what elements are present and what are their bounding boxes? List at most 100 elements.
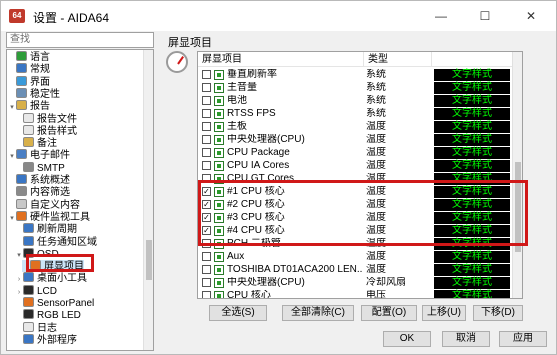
row-style-preview[interactable]: 文字样式 xyxy=(434,147,510,159)
tree-item[interactable]: 报告样式 xyxy=(15,124,77,137)
apply-button[interactable]: 应用 xyxy=(499,331,547,347)
table-row[interactable]: CPU Package 温度 文字样式 xyxy=(198,147,514,159)
column-header-style[interactable] xyxy=(432,52,514,67)
row-style-preview[interactable]: 文字样式 xyxy=(434,82,510,94)
row-style-preview[interactable]: 文字样式 xyxy=(434,95,510,107)
column-header-item[interactable]: 屏显项目 xyxy=(198,52,364,67)
search-input[interactable]: 查找 xyxy=(6,32,154,48)
tree-item[interactable]: 任务通知区域 xyxy=(15,235,97,248)
sensor-icon xyxy=(214,265,224,275)
tree-item[interactable]: 稳定性 xyxy=(8,87,60,100)
tree-item[interactable]: 日志 xyxy=(15,321,57,334)
tree-item-icon xyxy=(23,235,34,246)
row-checkbox[interactable] xyxy=(202,96,211,105)
osd-items-table: 屏显项目 类型 垂直刷新率 系统 文字样式 主音量 系统 文字样式 电池 系统 文字样式 RTSS… xyxy=(197,51,523,299)
row-checkbox[interactable] xyxy=(202,122,211,131)
row-checkbox[interactable] xyxy=(202,70,211,79)
move-up-button[interactable]: 上移(U) xyxy=(422,305,466,321)
move-down-button[interactable]: 下移(D) xyxy=(473,305,523,321)
tree-item-label: 稳定性 xyxy=(30,88,60,100)
highlight-cpu-core-rows xyxy=(198,180,528,246)
tree-expander-icon[interactable]: › xyxy=(15,274,23,286)
row-style-preview[interactable]: 文字样式 xyxy=(434,160,510,172)
table-row[interactable]: CPU IA Cores 温度 文字样式 xyxy=(198,160,514,172)
row-checkbox[interactable] xyxy=(202,135,211,144)
row-checkbox[interactable] xyxy=(202,291,211,298)
table-row[interactable]: 垂直刷新率 系统 文字样式 xyxy=(198,69,514,81)
tree-item[interactable]: ▾ 硬件监视工具 xyxy=(8,210,90,225)
select-all-button[interactable]: 全选(S) xyxy=(209,305,267,321)
title-bar: 64 设置 - AIDA64 — ☐ ✕ xyxy=(1,1,556,31)
tree-item[interactable]: ▾ 报告 xyxy=(8,100,50,112)
row-style-preview[interactable]: 文字样式 xyxy=(434,108,510,120)
tree-item[interactable]: RGB LED xyxy=(15,309,81,321)
tree-expander-icon[interactable]: ▾ xyxy=(15,250,23,262)
tree-item[interactable]: 内容筛选 xyxy=(8,186,70,198)
tree-item[interactable]: SensorPanel xyxy=(15,297,94,309)
row-style-preview[interactable]: 文字样式 xyxy=(434,264,510,276)
row-style-preview[interactable]: 文字样式 xyxy=(434,251,510,263)
row-checkbox[interactable] xyxy=(202,265,211,274)
close-button[interactable]: ✕ xyxy=(509,1,553,31)
tree-item[interactable]: 界面 xyxy=(8,75,50,88)
row-checkbox[interactable] xyxy=(202,83,211,92)
sensor-icon xyxy=(214,122,224,132)
tree-item[interactable]: 外部程序 xyxy=(15,333,77,346)
tree-item[interactable]: › LCD xyxy=(15,284,58,299)
row-checkbox[interactable] xyxy=(202,252,211,261)
tree-scrollbar-thumb[interactable] xyxy=(146,240,152,280)
row-style-preview[interactable]: 文字样式 xyxy=(434,277,510,289)
column-header-type[interactable]: 类型 xyxy=(364,52,432,67)
tree-item[interactable]: 自定义内容 xyxy=(8,198,80,211)
tree-item-icon xyxy=(23,112,34,123)
table-row[interactable]: 中央处理器(CPU) 温度 文字样式 xyxy=(198,134,514,146)
table-row[interactable]: Aux 温度 文字样式 xyxy=(198,251,514,263)
table-header: 屏显项目 类型 xyxy=(198,52,514,67)
tree-item-label: LCD xyxy=(37,285,58,297)
tree-scrollbar[interactable] xyxy=(143,50,153,350)
tree-item[interactable]: SMTP xyxy=(15,161,65,174)
tree-item[interactable]: › 桌面小工具 xyxy=(15,272,87,284)
row-checkbox[interactable] xyxy=(202,161,211,170)
tree-item[interactable]: 语言 xyxy=(8,51,50,63)
tree-item[interactable]: 刷新周期 xyxy=(15,223,77,235)
tree-expander-icon[interactable]: ▾ xyxy=(8,102,16,114)
table-row[interactable]: RTSS FPS 系统 文字样式 xyxy=(198,108,514,120)
table-row[interactable]: 主音量 系统 文字样式 xyxy=(198,82,514,94)
clear-all-button[interactable]: 全部清除(C) xyxy=(282,305,354,321)
tree-item[interactable]: 常规 xyxy=(8,63,50,75)
row-style-preview[interactable]: 文字样式 xyxy=(434,69,510,81)
tree-item-label: 日志 xyxy=(37,322,57,334)
tree-item-label: 系统概述 xyxy=(30,175,70,186)
tree-item-label: 外部程序 xyxy=(37,334,77,346)
maximize-button[interactable]: ☐ xyxy=(463,1,507,31)
row-name: 电池 xyxy=(227,95,247,106)
row-checkbox[interactable] xyxy=(202,109,211,118)
tree-item[interactable]: ▾ 电子邮件 xyxy=(8,149,70,161)
row-style-preview[interactable]: 文字样式 xyxy=(434,290,510,298)
settings-tree: 外部程序 日志 RGB LED SensorPanel › LCD › 桌面小工具 屏显项目 ▾ O… xyxy=(6,49,154,351)
table-row[interactable]: CPU 核心 电压 文字样式 xyxy=(198,290,514,298)
sensor-icon xyxy=(214,83,224,93)
configure-button[interactable]: 配置(O) xyxy=(361,305,417,321)
tree-expander-icon[interactable]: › xyxy=(15,287,23,299)
table-row[interactable]: 主板 温度 文字样式 xyxy=(198,121,514,133)
tree-item[interactable]: 报告文件 xyxy=(15,112,77,125)
highlight-selected-tree-item xyxy=(26,254,94,272)
table-row[interactable]: TOSHIBA DT01ACA200 LEN... 温度 文字样式 xyxy=(198,264,514,276)
row-checkbox[interactable] xyxy=(202,148,211,157)
minimize-button[interactable]: — xyxy=(419,1,463,31)
cancel-button[interactable]: 取消 xyxy=(442,331,490,347)
row-style-preview[interactable]: 文字样式 xyxy=(434,121,510,133)
tree-item[interactable]: 系统概述 xyxy=(8,174,70,186)
ok-button[interactable]: OK xyxy=(383,331,431,347)
tree-expander-icon[interactable]: ▾ xyxy=(8,151,16,163)
row-name: 垂直刷新率 xyxy=(227,69,277,80)
row-style-preview[interactable]: 文字样式 xyxy=(434,134,510,146)
row-checkbox[interactable] xyxy=(202,278,211,287)
tree-expander-icon[interactable]: ▾ xyxy=(8,213,16,225)
table-row[interactable]: 中央处理器(CPU) 冷却风扇 文字样式 xyxy=(198,277,514,289)
table-row[interactable]: 电池 系统 文字样式 xyxy=(198,95,514,107)
tree-item-icon xyxy=(16,100,27,111)
tree-item[interactable]: 备注 xyxy=(15,137,57,149)
